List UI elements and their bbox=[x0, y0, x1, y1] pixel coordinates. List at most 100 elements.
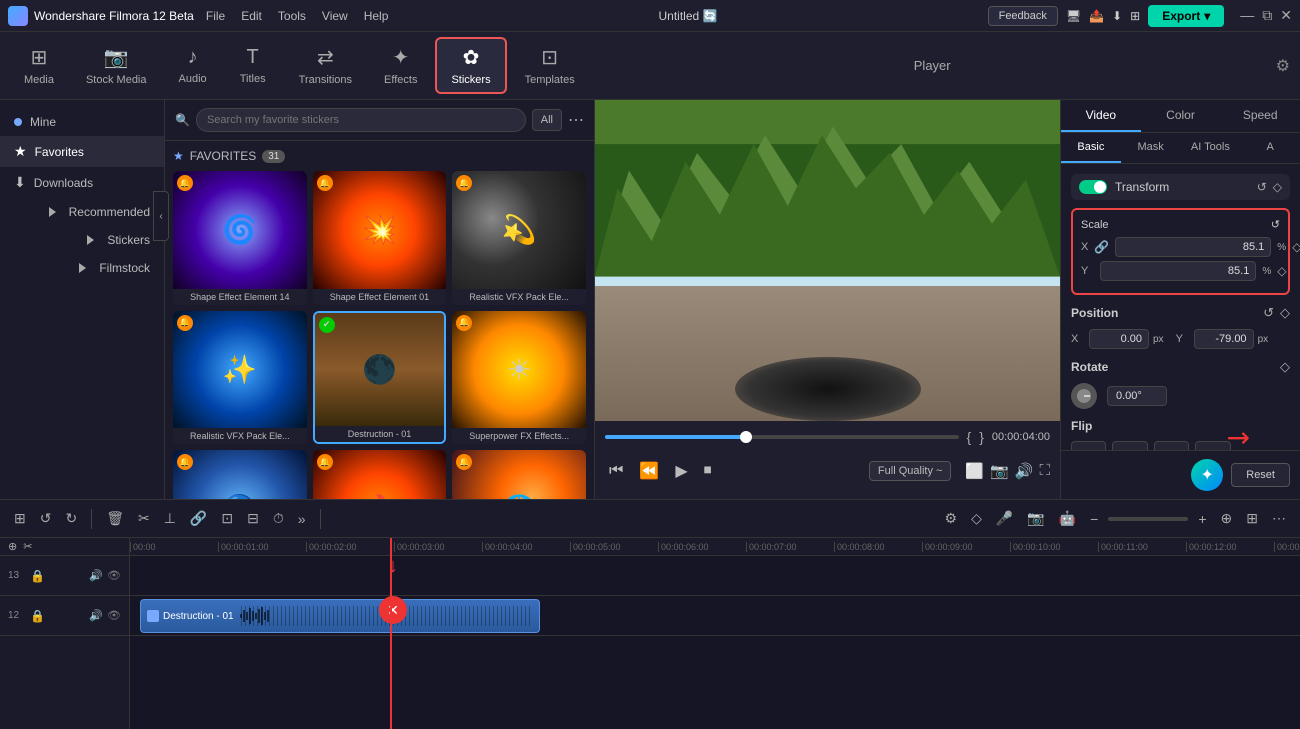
trim-button[interactable]: ⊟ bbox=[243, 506, 263, 531]
undo-button[interactable]: ↺ bbox=[36, 506, 56, 531]
step-back-button[interactable]: ⏪ bbox=[635, 457, 663, 485]
sticker-item-destruction[interactable]: ✔ 🌑 Destruction - 01 bbox=[313, 311, 447, 445]
reset-button[interactable]: Reset bbox=[1231, 463, 1290, 487]
track-visibility-icon[interactable]: 👁 bbox=[107, 569, 121, 582]
close-button[interactable]: ✕ bbox=[1280, 7, 1292, 24]
rotate-preview[interactable] bbox=[1071, 383, 1097, 409]
export-button[interactable]: Export ▾ bbox=[1148, 5, 1224, 27]
more-tools-button[interactable]: » bbox=[294, 507, 310, 531]
subtab-a[interactable]: A bbox=[1240, 133, 1300, 163]
subtab-mask[interactable]: Mask bbox=[1121, 133, 1181, 163]
transform-toggle[interactable] bbox=[1079, 180, 1107, 194]
track-volume-icon-12[interactable]: 🔊 bbox=[89, 609, 103, 622]
tab-video[interactable]: Video bbox=[1061, 100, 1141, 132]
menu-help[interactable]: Help bbox=[364, 9, 389, 23]
speed-button[interactable]: ⏱ bbox=[269, 506, 288, 531]
transform-section-header[interactable]: Transform ↺ ◇ bbox=[1071, 174, 1290, 200]
keyframe-scale-y-icon[interactable]: ◇ bbox=[1277, 264, 1286, 278]
flip-option3-button[interactable]: ⊞ bbox=[1154, 441, 1189, 450]
sticker-item[interactable]: 🔔 🔥 Fire Effect... bbox=[313, 450, 447, 499]
settings-timeline-button[interactable]: ⚙ bbox=[941, 506, 962, 531]
tool-media[interactable]: ⊞ Media bbox=[10, 39, 68, 92]
scissors-icon[interactable]: ✂ bbox=[23, 540, 32, 553]
camera-button[interactable]: 📷 bbox=[1023, 506, 1048, 531]
rotate-input[interactable] bbox=[1107, 386, 1167, 406]
icon-share[interactable]: 📤 bbox=[1089, 9, 1104, 23]
scale-x-input[interactable] bbox=[1115, 237, 1271, 257]
zoom-slider[interactable] bbox=[1108, 517, 1188, 521]
flip-horizontal-button[interactable]: ⇅ bbox=[1071, 441, 1106, 450]
chain-button[interactable]: 🔗 bbox=[186, 506, 211, 531]
reset-position-icon[interactable]: ↺ bbox=[1263, 305, 1274, 321]
menu-view[interactable]: View bbox=[322, 9, 348, 23]
sticker-item[interactable]: 🔔 ✨ Realistic VFX Pack Ele... bbox=[173, 311, 307, 445]
collapse-panel-button[interactable]: ‹ bbox=[153, 191, 169, 241]
tool-transitions[interactable]: ⇄ Transitions bbox=[285, 39, 366, 92]
subtab-basic[interactable]: Basic bbox=[1061, 133, 1121, 163]
crop-button[interactable]: ⊡ bbox=[217, 506, 237, 531]
skip-back-button[interactable]: ⏮ bbox=[605, 458, 627, 484]
grid-layout-button[interactable]: ⊞ bbox=[1242, 506, 1262, 531]
sidebar-item-recommended[interactable]: Recommended bbox=[0, 198, 164, 226]
sticker-item[interactable]: 🔔 💥 Shape Effect Element 01 bbox=[313, 171, 447, 305]
clip-destruction[interactable]: Destruction - 01 bbox=[140, 599, 540, 633]
sidebar-item-stickers[interactable]: Stickers bbox=[0, 226, 164, 254]
flip-vertical-button[interactable]: ⇄ bbox=[1112, 441, 1147, 450]
aspect-ratio-icon[interactable]: ⬜ bbox=[965, 462, 984, 480]
menu-file[interactable]: File bbox=[206, 9, 225, 23]
sticker-item[interactable]: 🔔 🔵 VFX Element... bbox=[173, 450, 307, 499]
menu-edit[interactable]: Edit bbox=[241, 9, 262, 23]
cut-button[interactable]: ✂ bbox=[134, 506, 154, 531]
stop-button[interactable]: ⏹ bbox=[700, 458, 716, 484]
pos-y-input[interactable] bbox=[1194, 329, 1254, 349]
tool-stickers[interactable]: ✿ Stickers bbox=[435, 37, 506, 94]
keyframe-rotate-icon[interactable]: ◇ bbox=[1280, 359, 1290, 375]
minus-zoom-button[interactable]: − bbox=[1086, 507, 1102, 531]
scale-y-input[interactable] bbox=[1100, 261, 1256, 281]
keyframe-scale-x-icon[interactable]: ◇ bbox=[1292, 240, 1300, 254]
lock-icon[interactable]: 🔗 bbox=[1094, 240, 1109, 254]
snapshot-icon[interactable]: 📷 bbox=[990, 462, 1009, 480]
delete-button[interactable]: 🗑 bbox=[102, 506, 128, 531]
tool-templates[interactable]: ⊡ Templates bbox=[511, 39, 589, 92]
tool-stock[interactable]: 📷 Stock Media bbox=[72, 39, 161, 92]
grid-view-button[interactable]: ⊞ bbox=[10, 506, 30, 531]
sidebar-item-downloads[interactable]: ⬇ Downloads bbox=[0, 167, 164, 198]
add-track-icon[interactable]: ⊕ bbox=[8, 540, 17, 553]
maximize-button[interactable]: ⧉ bbox=[1262, 7, 1272, 24]
ai-timeline-button[interactable]: 🤖 bbox=[1055, 506, 1080, 531]
subtab-ai[interactable]: AI Tools bbox=[1181, 133, 1241, 163]
fullscreen-icon[interactable]: ⛶ bbox=[1039, 462, 1050, 480]
track-visibility-icon-12[interactable]: 👁 bbox=[107, 609, 121, 622]
keyframe-transform-icon[interactable]: ◇ bbox=[1273, 180, 1282, 194]
redo-button[interactable]: ↻ bbox=[61, 506, 81, 531]
progress-thumb[interactable] bbox=[740, 431, 752, 443]
progress-bar[interactable] bbox=[605, 435, 959, 439]
feedback-button[interactable]: Feedback bbox=[988, 6, 1058, 26]
search-input[interactable] bbox=[196, 108, 526, 132]
tab-color[interactable]: Color bbox=[1141, 100, 1221, 132]
minimize-button[interactable]: — bbox=[1240, 7, 1254, 24]
playhead[interactable] bbox=[390, 538, 392, 729]
reset-transform-icon[interactable]: ↺ bbox=[1257, 180, 1267, 194]
sidebar-item-favorites[interactable]: ★ Favorites bbox=[0, 136, 164, 167]
keyframe-position-icon[interactable]: ◇ bbox=[1280, 305, 1290, 321]
tab-speed[interactable]: Speed bbox=[1220, 100, 1300, 132]
tool-effects[interactable]: ✦ Effects bbox=[370, 39, 431, 92]
bracket-left[interactable]: { bbox=[967, 429, 972, 445]
marker-button[interactable]: ◇ bbox=[967, 506, 986, 531]
sticker-item[interactable]: 🔔 🌀 Shape Effect Element 14 bbox=[173, 171, 307, 305]
icon-monitor[interactable]: 🖥 bbox=[1066, 9, 1081, 23]
track-lock-icon-12[interactable]: 🔒 bbox=[30, 609, 45, 623]
audio-split-button[interactable]: ⊥ bbox=[160, 506, 180, 531]
settings-icon[interactable]: ⚙ bbox=[1276, 56, 1290, 76]
mic-button[interactable]: 🎤 bbox=[992, 506, 1017, 531]
quality-button[interactable]: Full Quality ~ bbox=[869, 461, 952, 481]
sidebar-item-filmstock[interactable]: Filmstock bbox=[0, 254, 164, 282]
track-volume-icon[interactable]: 🔊 bbox=[89, 569, 103, 582]
filter-button[interactable]: All bbox=[532, 109, 562, 131]
tool-titles[interactable]: T Titles bbox=[225, 40, 281, 91]
sticker-item[interactable]: 🔔 🌐 Planet FX... bbox=[452, 450, 586, 499]
sticker-item[interactable]: 🔔 ☀ Superpower FX Effects... bbox=[452, 311, 586, 445]
plus-zoom-button[interactable]: + bbox=[1194, 507, 1210, 531]
